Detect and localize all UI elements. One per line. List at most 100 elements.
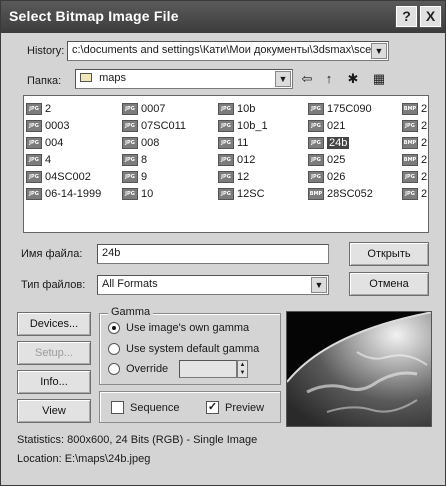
file-item[interactable]: BMP 2 — [402, 134, 427, 151]
gamma-override-radio[interactable]: Override — [108, 363, 168, 375]
folder-dropdown[interactable]: maps ▼ — [75, 69, 293, 89]
file-name: 021 — [327, 119, 346, 132]
file-name: 10 — [141, 187, 154, 200]
open-button[interactable]: Открыть — [349, 242, 429, 266]
view-menu-icon[interactable]: ▦ — [367, 69, 391, 89]
sequence-checkbox[interactable]: Sequence — [111, 401, 180, 414]
file-item[interactable]: JPG 9 — [122, 168, 186, 185]
image-file-icon: BMP — [402, 153, 418, 166]
file-item[interactable]: JPG 8 — [122, 151, 186, 168]
file-item[interactable]: JPG 24b — [308, 134, 373, 151]
file-item[interactable]: JPG 06-14-1999 — [26, 185, 101, 202]
history-label: History: — [27, 45, 65, 57]
file-item[interactable]: JPG 021 — [308, 117, 373, 134]
gamma-override-input[interactable] — [179, 360, 237, 378]
preview-checkbox[interactable]: ✓ Preview — [206, 401, 264, 414]
history-dropdown[interactable]: c:\documents and settings\Кати\Мои докум… — [67, 41, 389, 61]
file-item[interactable]: JPG 07SC011 — [122, 117, 186, 134]
file-name: 012 — [237, 153, 256, 166]
file-item[interactable]: JPG 025 — [308, 151, 373, 168]
view-button[interactable]: View — [17, 399, 91, 423]
file-item[interactable]: JPG 175C090 — [308, 100, 373, 117]
file-name: 12 — [237, 170, 250, 183]
info-button[interactable]: Info... — [17, 370, 91, 394]
file-item[interactable]: JPG 026 — [308, 168, 373, 185]
file-item[interactable]: JPG 4 — [26, 151, 101, 168]
file-item[interactable]: BMP 2 — [402, 151, 427, 168]
filetype-dropdown[interactable]: All Formats ▼ — [97, 275, 329, 295]
file-item[interactable]: JPG 0003 — [26, 117, 101, 134]
up-folder-icon[interactable]: ↑ — [319, 69, 339, 89]
image-file-icon: JPG — [308, 170, 324, 183]
image-file-icon: JPG — [218, 119, 234, 132]
file-name: 026 — [327, 170, 346, 183]
chevron-down-icon[interactable]: ▼ — [275, 71, 291, 87]
file-item[interactable]: JPG 2 — [26, 100, 101, 117]
file-name: 4 — [45, 153, 52, 166]
file-name: 10b_1 — [237, 119, 268, 132]
file-item[interactable]: JPG 10b_1 — [218, 117, 268, 134]
file-item[interactable]: JPG 04SC002 — [26, 168, 101, 185]
file-name: 9 — [141, 170, 148, 183]
file-item[interactable]: JPG 10 — [122, 185, 186, 202]
file-column: JPG 2 JPG 0003 JPG 004 JPG 4 JPG 04SC002 JPG 06-14-… — [26, 100, 101, 202]
file-name: 24b — [327, 136, 350, 149]
file-name: 2 — [421, 187, 428, 200]
image-file-icon: JPG — [122, 153, 138, 166]
file-item[interactable]: JPG 012 — [218, 151, 268, 168]
file-item[interactable]: JPG 008 — [122, 134, 186, 151]
image-file-icon: JPG — [26, 153, 42, 166]
image-file-icon: JPG — [26, 187, 42, 200]
image-file-icon: JPG — [308, 153, 324, 166]
file-name: 025 — [327, 153, 346, 166]
history-value: c:\documents and settings\Кати\Мои докум… — [72, 44, 372, 56]
checkbox-icon — [111, 401, 124, 414]
file-item[interactable]: JPG 2 — [402, 168, 427, 185]
folder-value: maps — [99, 72, 126, 84]
file-item[interactable]: JPG 12 — [218, 168, 268, 185]
file-name: 06-14-1999 — [45, 187, 102, 200]
spinner-up-icon[interactable]: ▲ — [240, 362, 246, 368]
gamma-system-radio[interactable]: Use system default gamma — [108, 343, 259, 355]
filetype-value: All Formats — [102, 278, 158, 290]
file-name: 2 — [421, 102, 428, 115]
chevron-down-icon[interactable]: ▼ — [311, 277, 327, 293]
select-bitmap-dialog: Select Bitmap Image File ? X History: c:… — [0, 0, 446, 486]
image-file-icon: JPG — [402, 187, 418, 200]
back-icon[interactable]: ⇦ — [297, 69, 317, 89]
file-column: BMP 2 JPG 2 BMP 2 BMP 2 JPG 2 JPG 2 — [402, 100, 427, 202]
filename-input[interactable]: 24b — [97, 244, 329, 264]
setup-button[interactable]: Setup... — [17, 341, 91, 365]
file-list[interactable]: JPG 2 JPG 0003 JPG 004 JPG 4 JPG 04SC002 JPG 06-14-… — [23, 95, 429, 233]
file-item[interactable]: JPG 11 — [218, 134, 268, 151]
file-name: 2 — [421, 136, 428, 149]
image-file-icon: JPG — [26, 119, 42, 132]
gamma-spinner[interactable]: ▲ ▼ — [237, 360, 248, 378]
file-item[interactable]: JPG 0007 — [122, 100, 186, 117]
help-button[interactable]: ? — [395, 5, 418, 28]
chevron-down-icon[interactable]: ▼ — [371, 43, 387, 59]
file-name: 2 — [421, 153, 428, 166]
file-item[interactable]: BMP 28SC052 — [308, 185, 373, 202]
file-item[interactable]: JPG 2 — [402, 185, 427, 202]
file-name: 12SC — [237, 187, 265, 200]
close-button[interactable]: X — [419, 5, 442, 28]
gamma-own-radio[interactable]: Use image's own gamma — [108, 322, 249, 334]
new-folder-icon[interactable]: ✱ — [343, 69, 363, 89]
image-file-icon: JPG — [308, 102, 324, 115]
file-item[interactable]: JPG 12SC — [218, 185, 268, 202]
gamma-system-label: Use system default gamma — [126, 343, 260, 355]
spinner-down-icon[interactable]: ▼ — [240, 370, 246, 376]
image-file-icon: JPG — [122, 136, 138, 149]
file-name: 175C090 — [327, 102, 372, 115]
file-name: 28SC052 — [327, 187, 373, 200]
radio-icon — [108, 363, 120, 375]
file-item[interactable]: JPG 004 — [26, 134, 101, 151]
filename-label: Имя файла: — [21, 248, 83, 260]
devices-button[interactable]: Devices... — [17, 312, 91, 336]
file-item[interactable]: JPG 2 — [402, 117, 427, 134]
cancel-button[interactable]: Отмена — [349, 272, 429, 296]
file-item[interactable]: BMP 2 — [402, 100, 427, 117]
image-file-icon: JPG — [218, 136, 234, 149]
file-item[interactable]: JPG 10b — [218, 100, 268, 117]
